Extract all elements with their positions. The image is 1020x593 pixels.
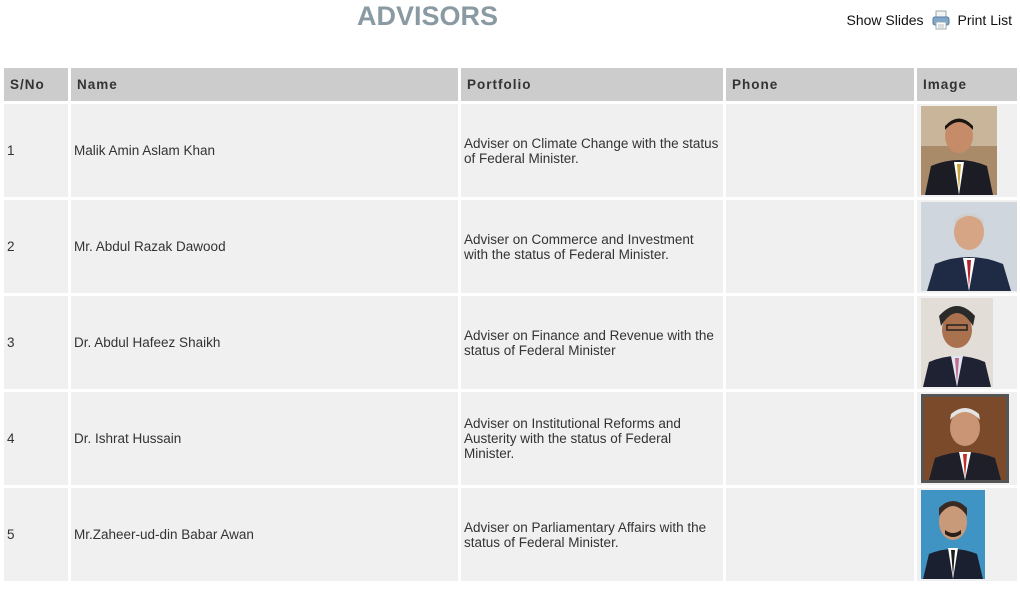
cell-sno: 3 xyxy=(4,296,68,389)
page-title: ADVISORS xyxy=(356,1,499,31)
cell-sno: 4 xyxy=(4,392,68,485)
cell-name: Mr. Abdul Razak Dawood xyxy=(71,200,458,293)
header-name: Name xyxy=(71,68,458,101)
advisor-photo[interactable] xyxy=(921,394,1009,483)
cell-name: Dr. Ishrat Hussain xyxy=(71,392,458,485)
cell-portfolio: Adviser on Climate Change with the statu… xyxy=(461,104,723,197)
advisor-photo[interactable] xyxy=(921,298,993,387)
cell-phone xyxy=(726,104,914,197)
table-header-row: S/No Name Portfolio Phone Image xyxy=(4,68,1017,101)
header-portfolio: Portfolio xyxy=(461,68,723,101)
cell-portfolio: Adviser on Commerce and Investment with … xyxy=(461,200,723,293)
cell-image xyxy=(917,488,1017,581)
cell-phone xyxy=(726,392,914,485)
cell-phone xyxy=(726,296,914,389)
cell-portfolio: Adviser on Parliamentary Affairs with th… xyxy=(461,488,723,581)
cell-name: Malik Amin Aslam Khan xyxy=(71,104,458,197)
cell-portfolio: Adviser on Finance and Revenue with the … xyxy=(461,296,723,389)
header-image: Image xyxy=(917,68,1017,101)
cell-portfolio: Adviser on Institutional Reforms and Aus… xyxy=(461,392,723,485)
table-row: 3 Dr. Abdul Hafeez Shaikh Adviser on Fin… xyxy=(4,296,1017,389)
cell-name: Dr. Abdul Hafeez Shaikh xyxy=(71,296,458,389)
show-slides-link[interactable]: Show Slides xyxy=(846,12,923,28)
cell-image xyxy=(917,392,1017,485)
cell-image xyxy=(917,296,1017,389)
table-row: 1 Malik Amin Aslam Khan Adviser on Clima… xyxy=(4,104,1017,197)
advisor-photo[interactable] xyxy=(921,202,1017,291)
header-phone: Phone xyxy=(726,68,914,101)
cell-phone xyxy=(726,200,914,293)
top-actions: Show Slides Print List xyxy=(846,10,1012,30)
print-list-link[interactable]: Print List xyxy=(958,12,1012,28)
advisor-photo[interactable] xyxy=(921,490,985,579)
advisor-photo[interactable] xyxy=(921,106,997,195)
cell-image xyxy=(917,104,1017,197)
table-row: 2 Mr. Abdul Razak Dawood Adviser on Comm… xyxy=(4,200,1017,293)
table-row: 4 Dr. Ishrat Hussain Adviser on Institut… xyxy=(4,392,1017,485)
cell-image xyxy=(917,200,1017,293)
printer-icon[interactable] xyxy=(932,10,950,30)
advisors-table: S/No Name Portfolio Phone Image 1 Malik … xyxy=(1,65,1020,584)
header-sno: S/No xyxy=(4,68,68,101)
cell-phone xyxy=(726,488,914,581)
cell-sno: 1 xyxy=(4,104,68,197)
table-row: 5 Mr.Zaheer-ud-din Babar Awan Adviser on… xyxy=(4,488,1017,581)
cell-sno: 5 xyxy=(4,488,68,581)
cell-sno: 2 xyxy=(4,200,68,293)
cell-name: Mr.Zaheer-ud-din Babar Awan xyxy=(71,488,458,581)
